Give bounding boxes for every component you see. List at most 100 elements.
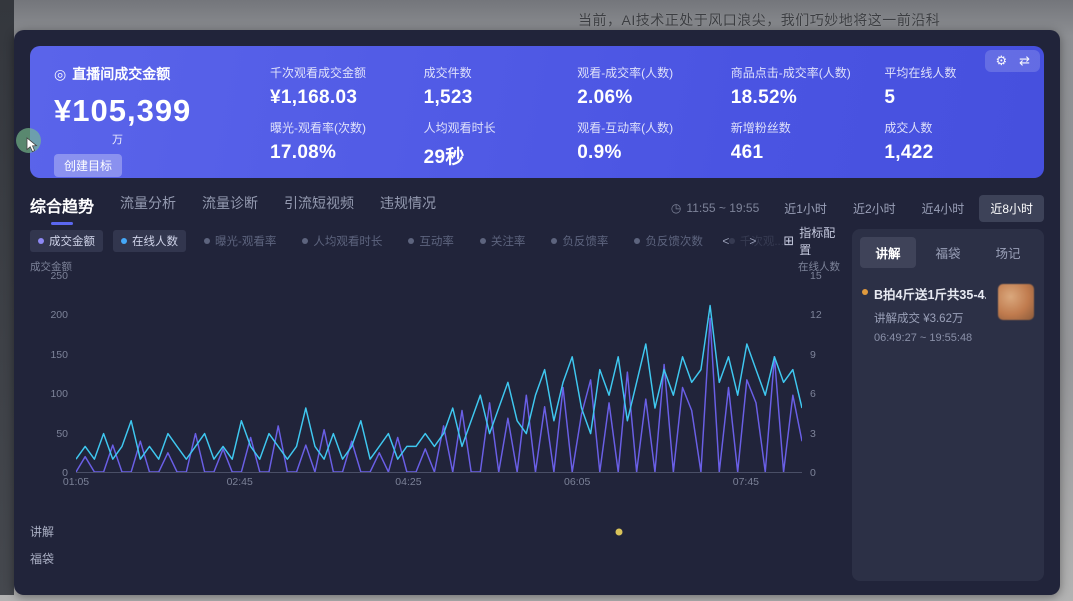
metric-deal-users: 成交人数1,422	[884, 119, 1024, 169]
left-tick-50: 50	[56, 428, 68, 440]
series-line-gmv	[76, 318, 802, 472]
time-button-4h[interactable]: 近4小时	[911, 195, 976, 222]
legend-label-online-users: 在线人数	[132, 233, 178, 249]
side-tab-field-note[interactable]: 场记	[980, 237, 1036, 268]
metric-value-avg-online: 5	[884, 87, 1024, 109]
side-tab-lucky-bag[interactable]: 福袋	[920, 237, 976, 268]
left-tick-100: 100	[50, 388, 68, 400]
legend-item-negative-feedback-rate[interactable]: 负反馈率	[543, 230, 616, 252]
x-label-0: 01:05	[63, 476, 89, 488]
mouse-cursor-icon	[26, 137, 40, 153]
legend-item-interact-rate[interactable]: 互动率	[400, 230, 462, 252]
tab-traffic-diagnosis[interactable]: 流量诊断	[202, 193, 258, 223]
metric-label-view-interact-rate: 观看-互动率(人数)	[577, 119, 717, 136]
legend-label-gmv: 成交金额	[49, 233, 95, 249]
metric-value-new-followers: 461	[731, 142, 871, 164]
create-goal-button[interactable]: 创建目标	[54, 154, 122, 177]
legend-dot-kilo-view-truncated	[729, 238, 735, 244]
marker-track-lucky-bag[interactable]	[76, 545, 840, 572]
explain-item-time: 06:49:27 ~ 19:55:48	[874, 332, 1034, 344]
metric-view-interact-rate: 观看-互动率(人数) 0.9%	[577, 119, 717, 169]
metric-value-kilo-view-gmv: ¥1,168.03	[270, 87, 410, 109]
x-label-3: 06:05	[564, 476, 590, 488]
tab-violations[interactable]: 违规情况	[380, 193, 436, 223]
x-label-4: 07:45	[733, 476, 759, 488]
metric-label-new-followers: 新增粉丝数	[731, 119, 871, 136]
main-metric-unit: 万	[112, 131, 262, 147]
metric-exposure-view-rate: 曝光-观看率(次数)17.08%	[270, 119, 410, 169]
swap-metrics-icon[interactable]: ⇄	[1019, 53, 1030, 69]
metric-label-view-deal-rate: 观看-成交率(人数)	[577, 64, 717, 81]
side-panel-tabs: 讲解福袋场记	[860, 237, 1036, 268]
trend-tabs: 综合趋势流量分析流量诊断引流短视频违规情况	[30, 193, 462, 223]
legend-item-follow-rate[interactable]: 关注率	[472, 230, 534, 252]
explain-item-title: B拍4斤送1斤共35-4...	[874, 284, 986, 303]
legend-label-negative-feedback-count: 负反馈次数	[645, 233, 703, 249]
marker-event-dot-explain-0[interactable]	[616, 528, 623, 535]
trend-tabs-row: 综合趋势流量分析流量诊断引流短视频违规情况 ◷ 11:55 ~ 19:55 近1…	[30, 193, 1044, 223]
time-button-2h[interactable]: 近2小时	[842, 195, 907, 222]
legend-label-exposure-view-rate: 曝光-观看率	[215, 233, 276, 249]
chart-plot-area[interactable]	[76, 276, 802, 473]
marker-track-explain[interactable]	[76, 518, 840, 545]
metric-click-deal-rate: 商品点击-成交率(人数)18.52%	[731, 64, 871, 109]
trend-chart[interactable]: 050100150200250 03691215	[30, 276, 840, 473]
product-thumbnail	[998, 284, 1034, 320]
tab-overview[interactable]: 综合趋势	[30, 193, 94, 223]
legend-dot-avg-watch-duration	[302, 238, 308, 244]
legend-item-negative-feedback-count[interactable]: 负反馈次数	[626, 230, 711, 252]
metric-label-deal-users: 成交人数	[884, 119, 1024, 136]
marker-row-lucky-bag: 福袋	[30, 545, 840, 572]
legend-dot-follow-rate	[480, 238, 486, 244]
legend-item-online-users[interactable]: 在线人数	[113, 230, 186, 252]
live-analytics-dashboard: ◎ 直播间成交金额 ¥105,399 万 创建目标 千次观看成交金额¥1,168…	[14, 30, 1060, 595]
right-axis-ticks: 03691215	[802, 276, 840, 473]
time-button-1h[interactable]: 近1小时	[773, 195, 838, 222]
metric-value-view-interact-rate: 0.9%	[577, 142, 717, 164]
x-label-1: 02:45	[227, 476, 253, 488]
left-axis-ticks: 050100150200250	[30, 276, 76, 473]
side-panel-items: B拍4斤送1斤共35-4...讲解成交 ¥3.62万06:49:27 ~ 19:…	[860, 284, 1036, 344]
legend-item-avg-watch-duration[interactable]: 人均观看时长	[294, 230, 390, 252]
clock-icon: ◷	[671, 201, 681, 215]
legend-row: 成交金额 在线人数 曝光-观看率 人均观看时长互动率关注率 负反馈率 负反馈次数 千次观..…	[30, 229, 840, 253]
time-button-8h[interactable]: 近8小时	[979, 195, 1044, 222]
legend-dot-negative-feedback-count	[634, 238, 640, 244]
legend-item-kilo-view-truncated[interactable]: 千次观...	[721, 230, 792, 252]
tab-short-video[interactable]: 引流短视频	[284, 193, 354, 223]
explain-item-0[interactable]: B拍4斤送1斤共35-4...讲解成交 ¥3.62万06:49:27 ~ 19:…	[860, 284, 1036, 344]
legend-label-negative-feedback-rate: 负反馈率	[562, 233, 608, 249]
video-background-edge	[0, 0, 14, 595]
legend-label-kilo-view-truncated: 千次观...	[740, 233, 784, 249]
main-metric-value: ¥105,399	[54, 93, 262, 129]
legend-items: 成交金额在线人数曝光-观看率人均观看时长互动率关注率负反馈率负反馈次数千次观..…	[30, 230, 705, 252]
right-tick-3: 3	[810, 428, 816, 440]
metrics-grid: 千次观看成交金额 ¥1,168.03 成交件数1,523 观看-成交率(人数) 2.06…	[262, 64, 1024, 164]
video-subtitle-text: 当前，AI技术正处于风口浪尖，我们巧妙地将这一前沿科	[578, 10, 940, 30]
left-tick-250: 250	[50, 270, 68, 282]
metric-label-kilo-view-gmv: 千次观看成交金额	[270, 64, 410, 81]
right-tick-0: 0	[810, 467, 816, 479]
metric-kilo-view-gmv: 千次观看成交金额 ¥1,168.03	[270, 64, 410, 109]
metric-value-view-deal-rate: 2.06%	[577, 87, 717, 109]
legend-dot-exposure-view-rate	[204, 238, 210, 244]
cursor-highlight	[16, 128, 41, 153]
metric-label-click-deal-rate: 商品点击-成交率(人数)	[731, 64, 871, 81]
event-marker-rows: 讲解福袋	[30, 518, 840, 572]
hero-metrics-card: ◎ 直播间成交金额 ¥105,399 万 创建目标 千次观看成交金额¥1,168…	[30, 46, 1044, 178]
main-metric-label: 直播间成交金额	[72, 64, 170, 84]
legend-item-gmv[interactable]: 成交金额	[30, 230, 103, 252]
right-tick-15: 15	[810, 270, 822, 282]
side-tab-explain[interactable]: 讲解	[860, 237, 916, 268]
marker-row-label-lucky-bag: 福袋	[30, 550, 76, 567]
legend-item-exposure-view-rate[interactable]: 曝光-观看率	[196, 230, 284, 252]
settings-gear-icon[interactable]: ⚙	[995, 53, 1007, 69]
metric-value-avg-watch-duration: 29秒	[424, 142, 564, 169]
tab-traffic-analysis[interactable]: 流量分析	[120, 193, 176, 223]
right-tick-6: 6	[810, 388, 816, 400]
hero-toolbar: ⚙ ⇄	[985, 50, 1040, 72]
metric-label-deal-items: 成交件数	[424, 64, 564, 81]
legend-dot-negative-feedback-rate	[551, 238, 557, 244]
metric-deal-items: 成交件数1,523	[424, 64, 564, 109]
right-tick-9: 9	[810, 349, 816, 361]
